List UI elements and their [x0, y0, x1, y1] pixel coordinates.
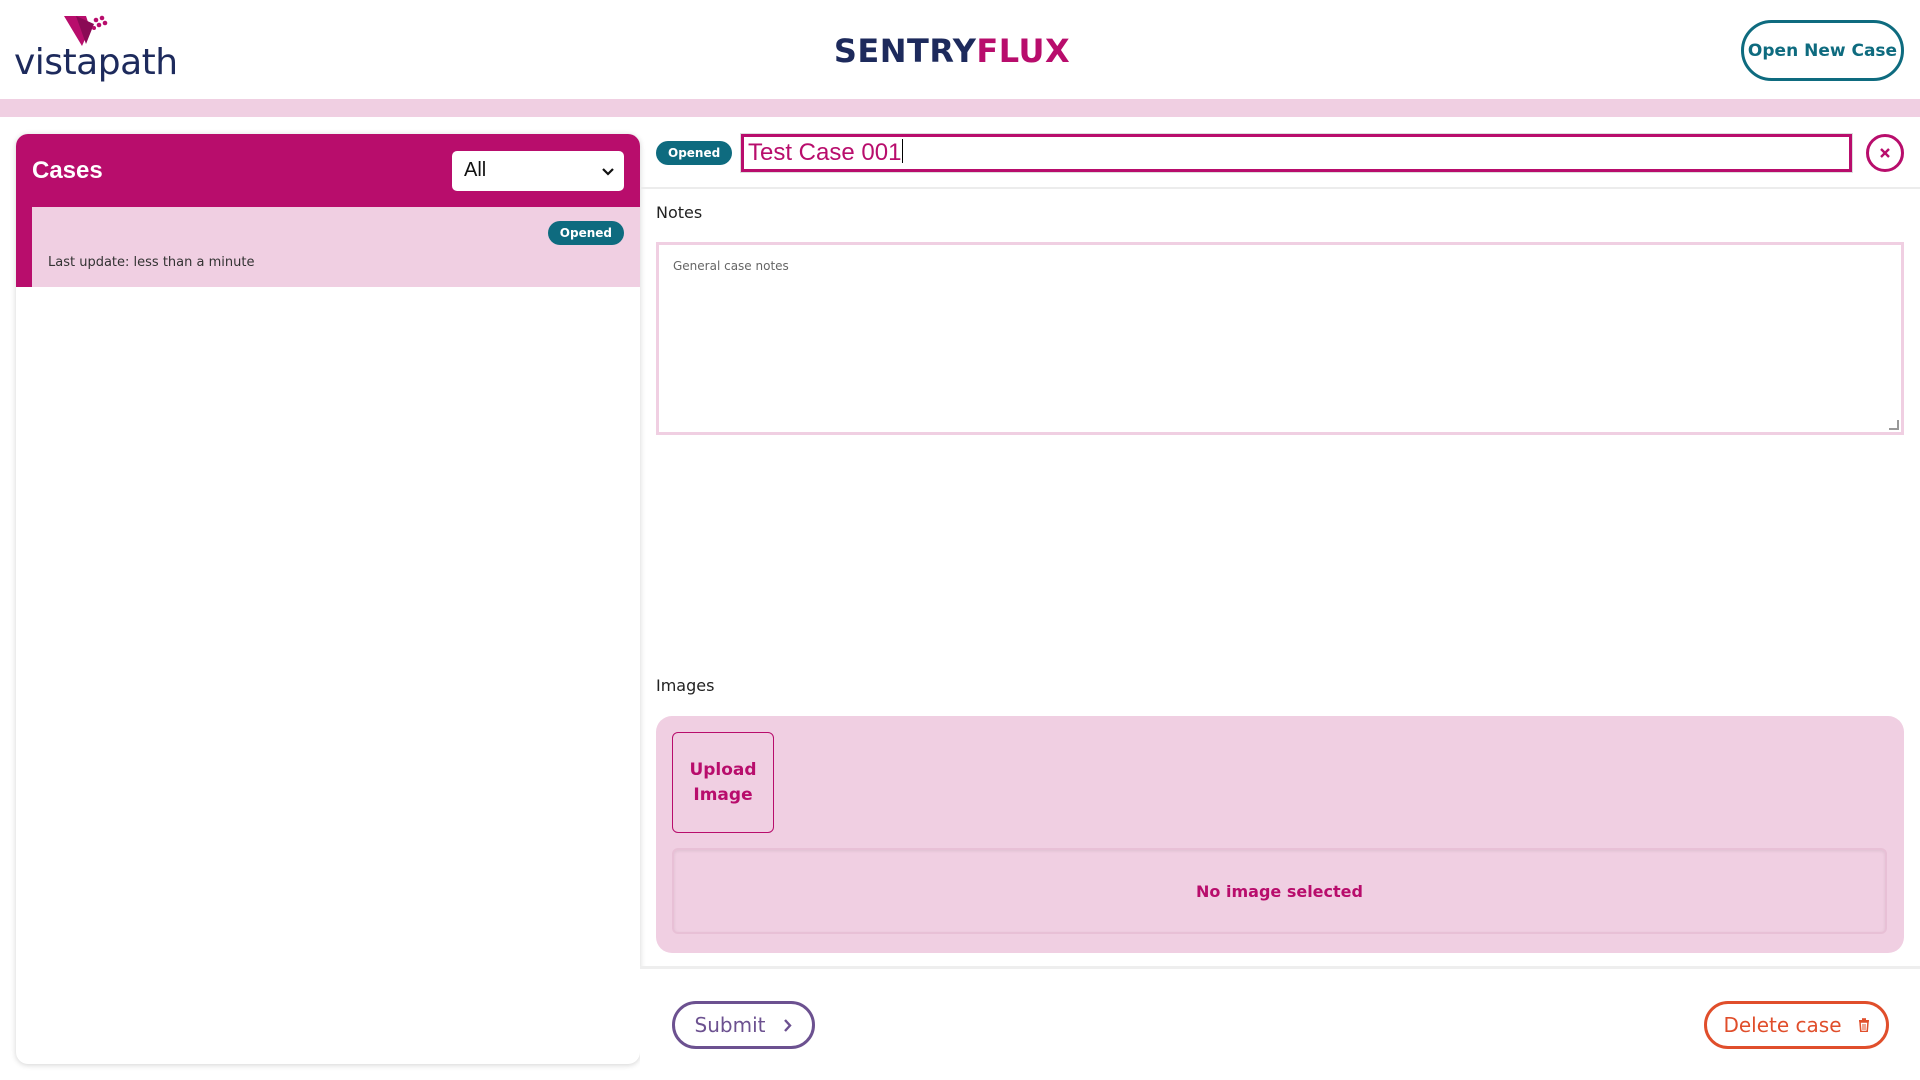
header-accent-band: [0, 99, 1920, 117]
notes-textarea[interactable]: General case notes: [656, 242, 1904, 435]
cases-header: Cases All: [16, 134, 640, 207]
trash-icon: [1858, 1018, 1869, 1032]
resize-handle[interactable]: [1889, 420, 1899, 430]
open-new-case-button[interactable]: Open New Case: [1741, 20, 1904, 81]
case-title-input[interactable]: Test Case 001: [740, 133, 1853, 173]
text-caret: [902, 139, 904, 163]
submit-label: Submit: [694, 1013, 766, 1037]
chevron-down-icon: [602, 163, 614, 179]
chevron-right-icon: [784, 1018, 793, 1032]
images-label: Images: [656, 676, 715, 695]
cases-title: Cases: [32, 156, 103, 184]
image-preview-area: No image selected: [672, 848, 1887, 934]
notes-label: Notes: [656, 203, 703, 222]
case-last-update: Last update: less than a minute: [48, 255, 255, 270]
case-detail: Opened Test Case 001 Notes General case …: [640, 117, 1920, 1080]
status-badge: Opened: [656, 141, 733, 165]
case-title-value: Test Case 001: [748, 139, 902, 166]
app-title-part1: SENTRY: [833, 32, 977, 70]
close-icon: [1880, 148, 1890, 158]
app-title-part2: FLUX: [976, 32, 1071, 70]
images-panel: Upload Image No image selected: [656, 716, 1904, 953]
case-filter-value: All: [464, 159, 487, 181]
case-list-item[interactable]: Opened Last update: less than a minute: [16, 207, 640, 287]
notes-placeholder: General case notes: [673, 259, 789, 273]
submit-button[interactable]: Submit: [672, 1001, 815, 1049]
app-header: vistapath SENTRYFLUX Open New Case: [0, 0, 1920, 99]
delete-label: Delete case: [1723, 1013, 1842, 1037]
case-footer: Submit Delete case: [640, 966, 1920, 1080]
case-filter-select[interactable]: All: [452, 150, 624, 191]
upload-image-button[interactable]: Upload Image: [672, 732, 774, 833]
cases-sidebar: Cases All Opened Last update: less than …: [16, 134, 640, 1064]
case-title-row: Opened Test Case 001: [640, 117, 1920, 189]
app-title: SENTRYFLUX: [0, 32, 1904, 70]
close-case-button[interactable]: [1866, 134, 1904, 172]
status-badge: Opened: [547, 221, 624, 245]
delete-case-button[interactable]: Delete case: [1704, 1001, 1889, 1049]
